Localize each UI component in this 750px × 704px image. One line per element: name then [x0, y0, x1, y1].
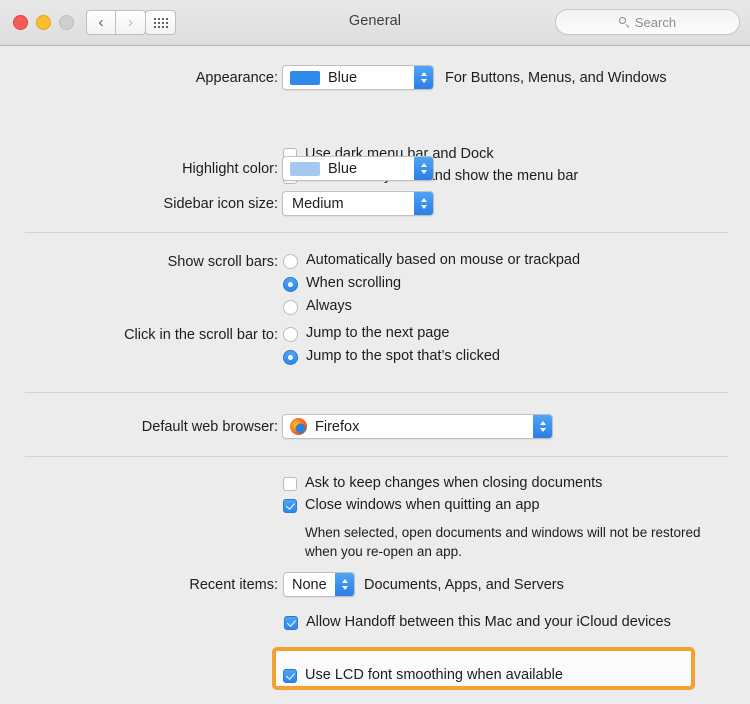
- default-browser-label: Default web browser:: [141, 419, 278, 435]
- default-browser-value: Firefox: [315, 418, 360, 435]
- scrollbar-option-always-label: Always: [306, 298, 352, 314]
- click-option-next-page-label: Jump to the next page: [306, 325, 450, 341]
- divider-2: [25, 392, 728, 393]
- ask-keep-changes-label: Ask to keep changes when closing documen…: [305, 475, 603, 491]
- firefox-icon: [290, 418, 307, 435]
- close-windows-checkbox-row[interactable]: Close windows when quitting an app: [283, 496, 540, 515]
- click-scroll-bar-label: Click in the scroll bar to:: [124, 327, 278, 343]
- scrollbar-option-automatic-radio[interactable]: [283, 254, 298, 269]
- ask-keep-changes-checkbox-row[interactable]: Ask to keep changes when closing documen…: [283, 474, 602, 493]
- window-titlebar: ‹ › General Search: [0, 0, 750, 46]
- highlight-color-popup-button[interactable]: Blue: [282, 156, 434, 181]
- default-browser-popup-button[interactable]: Firefox: [282, 414, 553, 439]
- appearance-label: Appearance:: [195, 70, 278, 86]
- appearance-note: For Buttons, Menus, and Windows: [445, 70, 667, 86]
- default-browser-stepper-arrows[interactable]: [533, 415, 552, 438]
- close-windows-checkbox[interactable]: [283, 499, 297, 513]
- click-option-next-page-radio[interactable]: [283, 327, 298, 342]
- search-field[interactable]: Search: [555, 9, 740, 35]
- recent-items-note: Documents, Apps, and Servers: [364, 577, 564, 593]
- appearance-stepper-arrows[interactable]: [414, 66, 433, 89]
- sidebar-icon-size-popup-button[interactable]: Medium: [282, 191, 434, 216]
- click-option-spot-clicked-label: Jump to the spot that’s clicked: [306, 348, 500, 364]
- divider-1: [25, 232, 728, 233]
- recent-items-popup-button[interactable]: None: [283, 572, 355, 597]
- highlight-color-value: Blue: [328, 160, 358, 177]
- handoff-checkbox[interactable]: [284, 616, 298, 630]
- handoff-label: Allow Handoff between this Mac and your …: [306, 614, 671, 630]
- search-icon: [618, 16, 630, 28]
- scrollbar-option-automatic-label: Automatically based on mouse or trackpad: [306, 252, 581, 268]
- click-option-next-page-row[interactable]: Jump to the next page: [283, 324, 450, 343]
- recent-items-label: Recent items:: [189, 577, 278, 593]
- recent-items-stepper-arrows[interactable]: [335, 573, 354, 596]
- show-scroll-bars-label: Show scroll bars:: [167, 254, 278, 270]
- ask-keep-changes-checkbox[interactable]: [283, 477, 297, 491]
- highlight-color-stepper-arrows[interactable]: [414, 157, 433, 180]
- search-placeholder: Search: [634, 14, 677, 30]
- click-option-spot-clicked-row[interactable]: Jump to the spot that’s clicked: [283, 347, 500, 366]
- click-option-spot-clicked-radio[interactable]: [283, 350, 298, 365]
- appearance-popup-button[interactable]: Blue: [282, 65, 434, 90]
- scrollbar-option-when-scrolling-radio[interactable]: [283, 277, 298, 292]
- divider-3: [25, 456, 728, 457]
- scrollbar-option-automatic-row[interactable]: Automatically based on mouse or trackpad: [283, 251, 580, 270]
- scrollbar-option-when-scrolling-row[interactable]: When scrolling: [283, 274, 401, 293]
- highlight-color-swatch: [290, 161, 320, 176]
- scrollbar-option-when-scrolling-label: When scrolling: [306, 275, 402, 291]
- appearance-color-swatch: [290, 70, 320, 85]
- preferences-content: Appearance: Blue For Buttons, Menus, and…: [0, 46, 750, 704]
- system-preferences-general-window: ‹ › General Search Appearance: Blue For …: [0, 0, 750, 704]
- lcd-smoothing-checkbox[interactable]: [283, 669, 297, 683]
- lcd-smoothing-label: Use LCD font smoothing when available: [305, 667, 563, 683]
- sidebar-icon-size-value: Medium: [292, 195, 344, 212]
- recent-items-value: None: [292, 576, 327, 593]
- scrollbar-option-always-radio[interactable]: [283, 300, 298, 315]
- sidebar-icon-size-label: Sidebar icon size:: [163, 196, 278, 212]
- scrollbar-option-always-row[interactable]: Always: [283, 297, 352, 316]
- lcd-smoothing-checkbox-row[interactable]: Use LCD font smoothing when available: [283, 666, 563, 685]
- sidebar-icon-size-stepper-arrows[interactable]: [414, 192, 433, 215]
- handoff-checkbox-row[interactable]: Allow Handoff between this Mac and your …: [284, 613, 671, 632]
- close-windows-help-line-1: When selected, open documents and window…: [305, 525, 701, 540]
- close-windows-label: Close windows when quitting an app: [305, 497, 540, 513]
- appearance-value: Blue: [328, 69, 358, 86]
- highlight-color-label: Highlight color:: [182, 161, 278, 177]
- close-windows-help-line-2: when you re-open an app.: [305, 544, 462, 559]
